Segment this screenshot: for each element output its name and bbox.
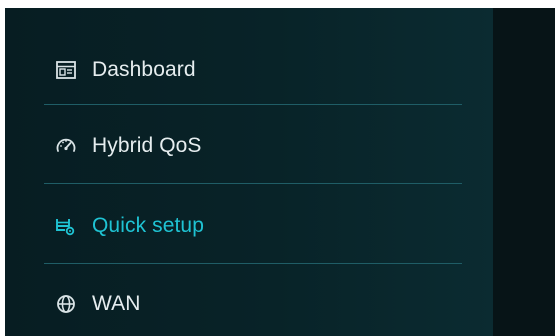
menu-divider: [44, 183, 462, 184]
sidebar-item-wan[interactable]: WAN: [44, 284, 461, 324]
main-content: [493, 8, 555, 336]
sidebar-item-dashboard[interactable]: Dashboard: [44, 50, 461, 90]
sidebar-item-label: Quick setup: [92, 214, 204, 237]
app-window: Dashboard Hybrid QoS Quick setup WAN: [5, 8, 555, 336]
sidebar-item-label: Dashboard: [92, 58, 196, 81]
globe-icon: [55, 293, 77, 315]
sidebar-menu: Dashboard Hybrid QoS Quick setup WAN: [5, 8, 493, 336]
dashboard-icon: [55, 59, 77, 81]
menu-divider: [44, 263, 462, 264]
sidebar-item-hybrid-qos[interactable]: Hybrid QoS: [44, 126, 461, 166]
quick-setup-icon: [55, 215, 77, 237]
speedometer-icon: [55, 135, 77, 157]
menu-divider: [44, 104, 462, 105]
sidebar-item-label: Hybrid QoS: [92, 134, 202, 157]
sidebar-item-quick-setup[interactable]: Quick setup: [44, 206, 461, 246]
sidebar-item-label: WAN: [92, 292, 141, 315]
